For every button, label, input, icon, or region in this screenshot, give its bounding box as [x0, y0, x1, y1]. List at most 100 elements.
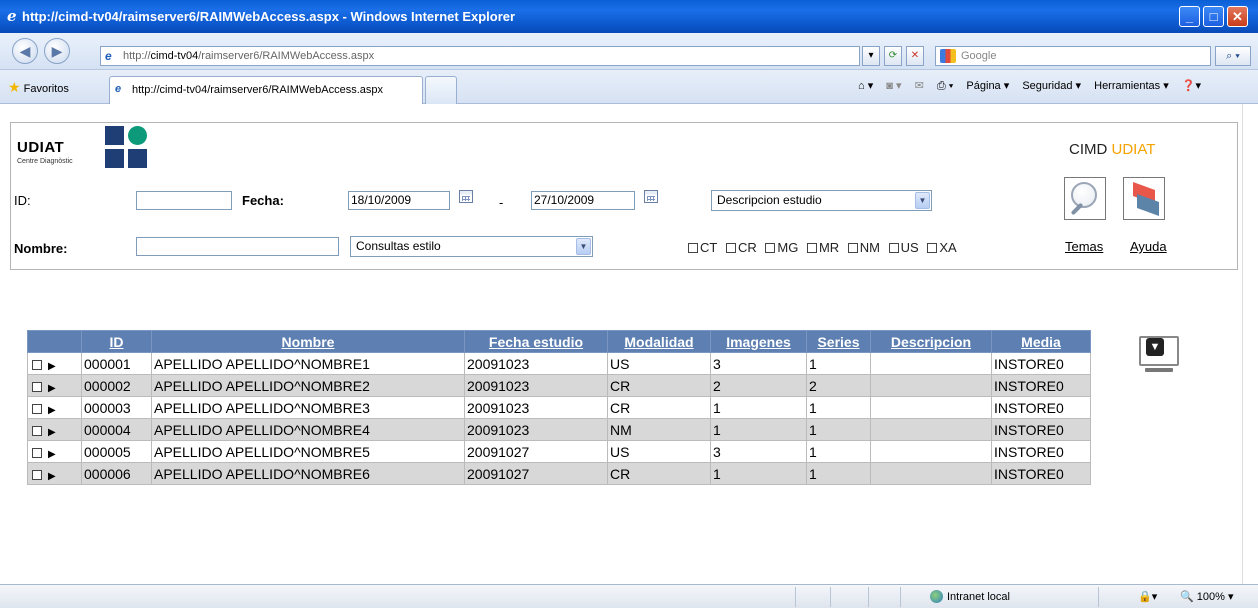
forward-button[interactable]: ▶ [44, 38, 70, 64]
eraser-base [1137, 193, 1159, 217]
close-button[interactable]: ✕ [1227, 6, 1248, 27]
col-header-nombre[interactable]: Nombre [151, 330, 465, 353]
new-tab-button[interactable] [425, 76, 457, 104]
favorites-button[interactable]: ★ Favoritos [8, 79, 69, 96]
modality-xa[interactable]: XA [927, 240, 957, 255]
row-checkbox[interactable] [32, 381, 42, 392]
calendar-from-icon[interactable] [459, 190, 473, 203]
checkbox[interactable] [688, 243, 698, 253]
help-icon[interactable]: ❓▾ [1182, 80, 1201, 92]
descripcion-select[interactable]: Descripcion estudio ▼ [711, 190, 932, 211]
minimize-button[interactable]: _ [1179, 6, 1200, 27]
cell-descripcion [870, 462, 992, 485]
vertical-scrollbar[interactable] [1242, 104, 1258, 584]
home-icon[interactable]: ⌂ ▾ [858, 80, 873, 92]
back-button[interactable]: ◀ [12, 38, 38, 64]
cell-fecha: 20091027 [464, 462, 608, 485]
pagina-menu[interactable]: Página ▾ [966, 80, 1009, 92]
table-row[interactable]: ▶ 000003 APELLIDO APELLIDO^NOMBRE3 20091023… [27, 396, 1091, 419]
col-header-media[interactable]: Media [991, 330, 1091, 353]
row-checkbox[interactable] [32, 403, 42, 414]
refresh-icon[interactable]: ⟳ [884, 46, 902, 66]
cell-media: INSTORE0 [991, 352, 1091, 375]
modality-nm[interactable]: NM [847, 240, 880, 255]
col-header-id[interactable]: ID [81, 330, 152, 353]
col-header-modalidad[interactable]: Modalidad [607, 330, 711, 353]
search-placeholder: Google [961, 50, 997, 62]
cell-series: 1 [806, 418, 871, 441]
maximize-button[interactable]: □ [1203, 6, 1224, 27]
checkbox[interactable] [806, 243, 817, 253]
row-checkbox[interactable] [32, 469, 42, 480]
zoom-level: 100% [1196, 591, 1225, 603]
window-title: http://cimd-tv04/raimserver6/RAIMWebAcce… [22, 9, 516, 24]
herramientas-menu[interactable]: Herramientas ▾ [1094, 80, 1169, 92]
mail-icon[interactable]: ✉ [915, 80, 924, 92]
col-header-imagenes[interactable]: Imagenes [710, 330, 807, 353]
table-row[interactable]: ▶ 000001 APELLIDO APELLIDO^NOMBRE1 20091023… [27, 352, 1091, 375]
col-header-series[interactable]: Series [806, 330, 871, 353]
row-controls: ▶ [27, 352, 82, 375]
table-row[interactable]: ▶ 000006 APELLIDO APELLIDO^NOMBRE6 20091027… [27, 462, 1091, 485]
browser-tab[interactable]: e http://cimd-tv04/raimserver6/RAIMWebAc… [109, 76, 423, 104]
cell-series: 1 [806, 440, 871, 463]
seguridad-menu[interactable]: Seguridad ▾ [1022, 80, 1081, 92]
zoom-control[interactable]: 🔍 100% ▾ [1180, 590, 1233, 603]
clear-button[interactable] [1123, 177, 1165, 220]
stop-icon[interactable]: ✕ [906, 46, 924, 66]
modality-cr[interactable]: CR [725, 240, 757, 255]
security-zone[interactable]: Intranet local [930, 590, 1010, 603]
modality-mr[interactable]: MR [806, 240, 840, 255]
modality-ct[interactable]: CT [688, 240, 717, 255]
ayuda-link[interactable]: Ayuda [1130, 239, 1167, 254]
table-header-row: ID Nombre Fecha estudio Modalidad Imagen… [27, 330, 1091, 353]
chevron-down-icon: ▼ [915, 192, 930, 209]
row-checkbox[interactable] [32, 425, 42, 436]
address-dropdown-icon[interactable]: ▾ [862, 46, 880, 66]
cell-media: INSTORE0 [991, 462, 1091, 485]
fecha-label: Fecha: [242, 193, 284, 208]
checkbox[interactable] [765, 243, 776, 253]
row-checkbox[interactable] [32, 447, 42, 458]
id-input[interactable] [136, 191, 232, 210]
search-input[interactable]: Google [935, 46, 1211, 66]
expand-row-icon[interactable]: ▶ [48, 427, 56, 438]
table-row[interactable]: ▶ 000002 APELLIDO APELLIDO^NOMBRE2 20091023… [27, 374, 1091, 397]
expand-row-icon[interactable]: ▶ [48, 471, 56, 482]
cell-nombre: APELLIDO APELLIDO^NOMBRE2 [151, 374, 465, 397]
expand-row-icon[interactable]: ▶ [48, 361, 56, 372]
expand-row-icon[interactable]: ▶ [48, 405, 56, 416]
checkbox[interactable] [847, 243, 858, 253]
checkbox[interactable] [927, 243, 938, 253]
table-row[interactable]: ▶ 000004 APELLIDO APELLIDO^NOMBRE4 20091023… [27, 418, 1091, 441]
search-button[interactable]: ⌕ ▾ [1215, 46, 1251, 66]
address-input[interactable]: e http://cimd-tv04/raimserver6/RAIMWebAc… [100, 46, 860, 66]
protected-mode-icon[interactable]: 🔒▾ [1138, 590, 1157, 603]
logo-square-icon [105, 126, 124, 145]
expand-row-icon[interactable]: ▶ [48, 383, 56, 394]
checkbox[interactable] [888, 243, 899, 253]
star-icon: ★ [8, 79, 21, 95]
col-header-fecha[interactable]: Fecha estudio [464, 330, 608, 353]
modality-label: MR [818, 240, 840, 255]
viewer-button[interactable]: ▼ [1137, 334, 1181, 376]
row-checkbox[interactable] [32, 359, 42, 370]
print-icon[interactable]: ⎙ ▾ [937, 80, 953, 92]
temas-link[interactable]: Temas [1065, 239, 1103, 254]
date-to-input[interactable]: 27/10/2009 [531, 191, 635, 210]
expand-row-icon[interactable]: ▶ [48, 449, 56, 460]
feeds-icon[interactable]: ◙ ▾ [886, 80, 901, 92]
nombre-input[interactable] [136, 237, 339, 256]
status-divider [830, 587, 831, 607]
consultas-select[interactable]: Consultas estilo ▼ [350, 236, 593, 257]
modality-mg[interactable]: MG [765, 240, 798, 255]
checkbox[interactable] [725, 243, 736, 253]
search-button[interactable] [1064, 177, 1106, 220]
col-header-descripcion[interactable]: Descripcion [870, 330, 992, 353]
modality-us[interactable]: US [888, 240, 919, 255]
date-from-input[interactable]: 18/10/2009 [348, 191, 450, 210]
date-separator: - [499, 195, 504, 210]
modality-label: CR [737, 240, 757, 255]
calendar-to-icon[interactable] [644, 190, 658, 203]
table-row[interactable]: ▶ 000005 APELLIDO APELLIDO^NOMBRE5 20091027… [27, 440, 1091, 463]
